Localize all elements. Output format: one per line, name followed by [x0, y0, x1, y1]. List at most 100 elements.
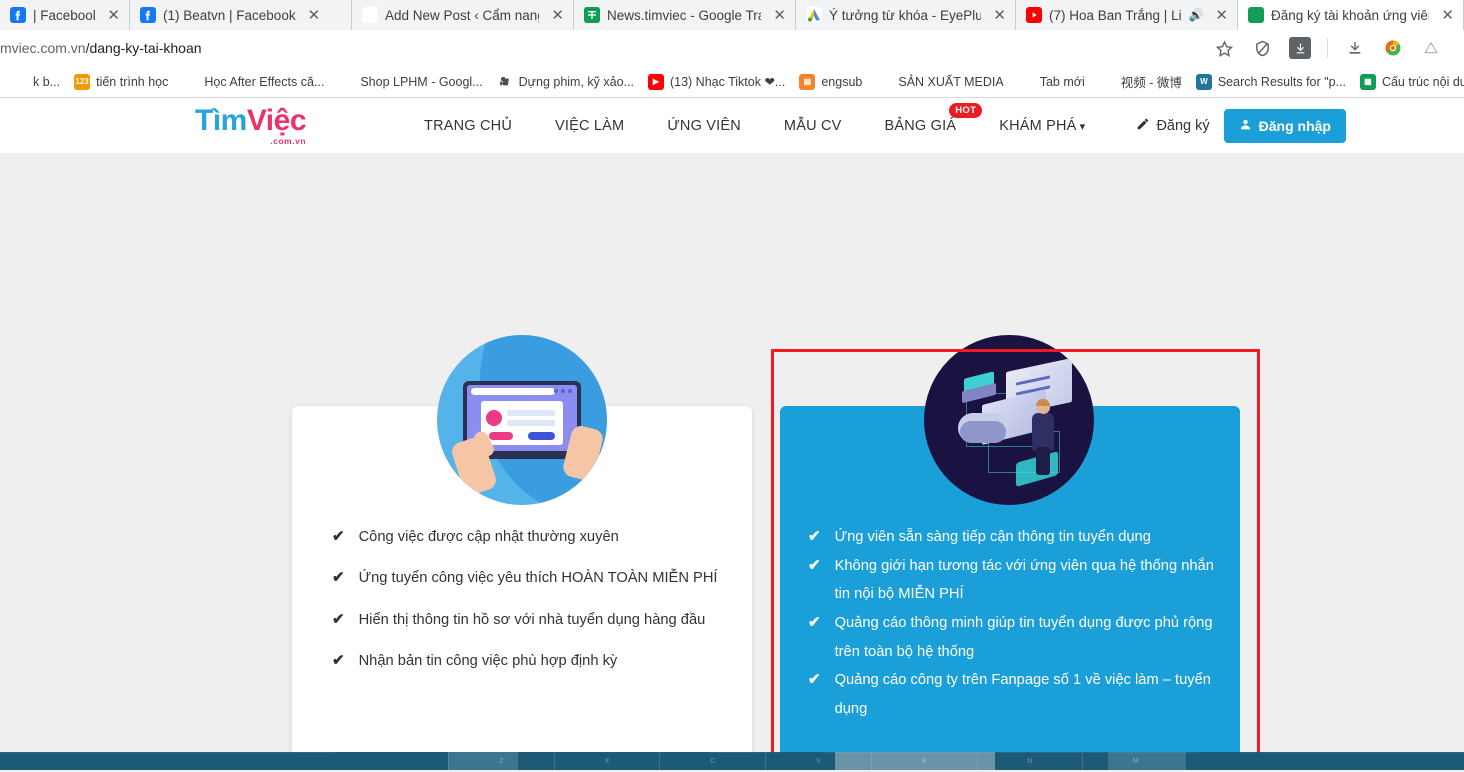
google-sheets-icon — [584, 7, 600, 23]
nav-item-5[interactable]: BẢNG GIÁ HOT — [884, 102, 983, 134]
browser-tab[interactable]: Đăng ký tài khoản ứng viên ✕ — [1238, 0, 1464, 30]
feature-text: Hiển thị thông tin hồ sơ với nhà tuyển d… — [358, 611, 706, 628]
tab-close-icon[interactable]: ✕ — [104, 8, 123, 23]
feature-item: ✔ Công việc được cập nhật thường xuyên — [332, 523, 724, 551]
browser-tab-title: | Facebook — [33, 7, 96, 23]
bookmark-label: Cấu trúc nội dung N... — [1381, 74, 1464, 89]
employer-illustration — [924, 335, 1094, 505]
bookmark-label: engsub — [821, 74, 863, 89]
address-bar-url[interactable]: mviec.com.vn/dang-ky-tai-khoan — [0, 40, 1213, 56]
feature-text: Ứng tuyển công việc yêu thích HOÀN TOÀN … — [358, 570, 718, 587]
browser-tab[interactable]: Ý tưởng từ khóa - EyePlus ✕ — [796, 0, 1016, 30]
browser-tab[interactable]: (7) Hoa Ban Trắng | Live 🔊 ✕ — [1016, 0, 1238, 30]
browser-tab[interactable]: | Facebook ✕ — [0, 0, 130, 30]
pencil-icon — [1136, 117, 1150, 134]
bookmark-item[interactable]: 123 tiến trình học — [67, 72, 175, 92]
feature-item: ✔ Ứng tuyển công việc yêu thích HOÀN TOÀN… — [332, 564, 724, 592]
bookmark-item[interactable]: ◉ 视频 - 微博 — [1092, 70, 1189, 93]
illustration-person-body — [1032, 413, 1054, 451]
browser-tab[interactable]: (1) Beatvn | Facebook ✕ — [130, 0, 352, 30]
browser-tab[interactable]: News.timviec - Google Tra ✕ — [574, 0, 796, 30]
check-icon: ✔ — [332, 610, 345, 628]
tab-close-icon[interactable]: ✕ — [990, 8, 1009, 23]
keyboard-hand-blur — [835, 752, 995, 770]
bookmark-item[interactable]: ▶ (13) Nhạc Tiktok ❤... — [641, 72, 792, 92]
employer-feature-list: ✔ Ứng viên sẵn sàng tiếp cận thông tin tu… — [808, 523, 1220, 724]
nav-item-label: BẢNG GIÁ — [884, 117, 957, 134]
tab-close-icon[interactable]: ✕ — [770, 8, 789, 23]
browser-chrome: | Facebook ✕ (1) Beatvn | Facebook ✕ TV Add N… — [0, 0, 1464, 98]
after-effects-icon: ✦ — [187, 77, 194, 86]
login-button[interactable]: Đăng nhập — [1223, 108, 1346, 143]
tab-close-icon[interactable]: ✕ — [548, 8, 567, 23]
nav-item-3[interactable]: ỨNG VIÊN — [667, 118, 741, 134]
illustration-avatar — [486, 410, 502, 426]
keyboard-key: Z — [448, 752, 554, 770]
check-icon: ✔ — [332, 652, 345, 670]
bookmark-item[interactable]: k b... — [4, 72, 67, 92]
chevron-down-icon: ▾ — [1079, 120, 1086, 133]
register-link[interactable]: Đăng ký — [1136, 117, 1210, 134]
bookmark-item[interactable]: W Search Results for "p... — [1189, 72, 1353, 92]
check-icon: ✔ — [332, 569, 345, 587]
bookmark-item[interactable]: ▲ Shop LPHM - Googl... — [331, 72, 489, 92]
check-icon: ✔ — [808, 528, 821, 545]
tab-audio-icon[interactable]: 🔊 — [1188, 8, 1203, 22]
orange-folder-icon: ▤ — [799, 73, 816, 90]
google-ads-icon — [806, 7, 822, 23]
bookmark-item[interactable]: ▲ Tab mới — [1011, 72, 1092, 92]
bookmark-item[interactable]: 🎥 Dựng phim, kỹ xảo... — [490, 72, 641, 92]
feature-text: Ứng viên sẵn sàng tiếp cận thông tin tuy… — [834, 529, 1151, 545]
google-drive-icon: ▲ — [342, 77, 351, 86]
browser-tab[interactable]: TV Add New Post ‹ Cẩm nang ✕ — [352, 0, 574, 30]
feature-text: Quảng cáo công ty trên Fanpage số 1 về v… — [834, 672, 1211, 717]
download-icon[interactable] — [1344, 37, 1366, 59]
hot-badge: HOT — [949, 102, 983, 118]
extension-avatar-icon[interactable] — [1382, 37, 1404, 59]
nav-item-4[interactable]: MẪU CV — [784, 118, 842, 134]
nav-item-2[interactable]: VIỆC LÀM — [555, 118, 624, 134]
browser-tab-title: Add New Post ‹ Cẩm nang — [385, 7, 540, 23]
video-camera-icon: 🎥 — [499, 77, 510, 86]
nav-item-label: KHÁM PHÁ — [999, 117, 1077, 134]
web-page: TìmViệc .com.vn TRANG CHỦ VIỆC LÀM ỨNG VIÊ… — [0, 98, 1464, 770]
header-actions: Đăng ký Đăng nhập — [1136, 108, 1346, 143]
check-icon: ✔ — [808, 613, 821, 631]
nav-item-6[interactable]: KHÁM PHÁ ▾ — [999, 118, 1085, 134]
register-link-label: Đăng ký — [1156, 117, 1210, 134]
bookmark-label: Search Results for "p... — [1217, 74, 1346, 89]
bookmark-item[interactable]: ▦ Cấu trúc nội dung N... — [1353, 72, 1464, 92]
keyboard-key: C — [659, 752, 765, 770]
bookmark-star-icon[interactable] — [1213, 37, 1235, 59]
bookmark-item[interactable]: ▤ engsub — [792, 72, 869, 92]
site-logo[interactable]: TìmViệc .com.vn — [195, 105, 307, 146]
bookmark-label: 视频 - 微博 — [1120, 76, 1182, 90]
feature-item: ✔ Ứng viên sẵn sàng tiếp cận thông tin tu… — [808, 523, 1220, 552]
nav-item-label: VIỆC LÀM — [555, 117, 625, 134]
nav-item-1[interactable]: TRANG CHỦ — [424, 118, 512, 134]
shield-icon[interactable] — [1251, 37, 1273, 59]
wordpress-icon: W — [1195, 73, 1212, 90]
tab-close-icon[interactable]: ✕ — [1438, 8, 1457, 23]
timviec-icon: TV — [362, 7, 378, 23]
weibo-icon: ◉ — [1098, 73, 1115, 90]
illustration-person-hair — [1036, 399, 1050, 406]
feature-text: Không giới hạn tương tác với ứng viên qu… — [834, 557, 1214, 603]
bookmark-item[interactable]: ✦ Học After Effects că... — [175, 72, 331, 92]
tab-close-icon[interactable]: ✕ — [305, 8, 324, 23]
candidate-feature-list: ✔ Công việc được cập nhật thường xuyên ✔ Ứn… — [332, 523, 724, 689]
illustration-field-2 — [507, 420, 555, 426]
bookmark-item[interactable]: ▲ SẢN XUẤT MEDIA — [869, 72, 1010, 92]
download-active-icon[interactable] — [1289, 37, 1311, 59]
feature-text: Quảng cáo thông minh giúp tin tuyển dụng… — [834, 614, 1213, 660]
nav-item-label: TRANG CHỦ — [424, 117, 513, 134]
keyboard-key: X — [553, 752, 660, 770]
bookmark-label: Shop LPHM - Googl... — [360, 74, 483, 89]
illustration-dots — [554, 389, 572, 393]
bookmarks-bar: k b... 123 tiến trình học ✦ Học After Effect… — [0, 66, 1464, 98]
menu-icon[interactable] — [1420, 37, 1442, 59]
tab-strip: | Facebook ✕ (1) Beatvn | Facebook ✕ TV Add N… — [0, 0, 1464, 30]
feature-item: ✔ Hiển thị thông tin hồ sơ với nhà tuyển … — [332, 606, 724, 634]
tab-close-icon[interactable]: ✕ — [1212, 8, 1231, 23]
youtube-icon: ▶ — [647, 73, 664, 90]
